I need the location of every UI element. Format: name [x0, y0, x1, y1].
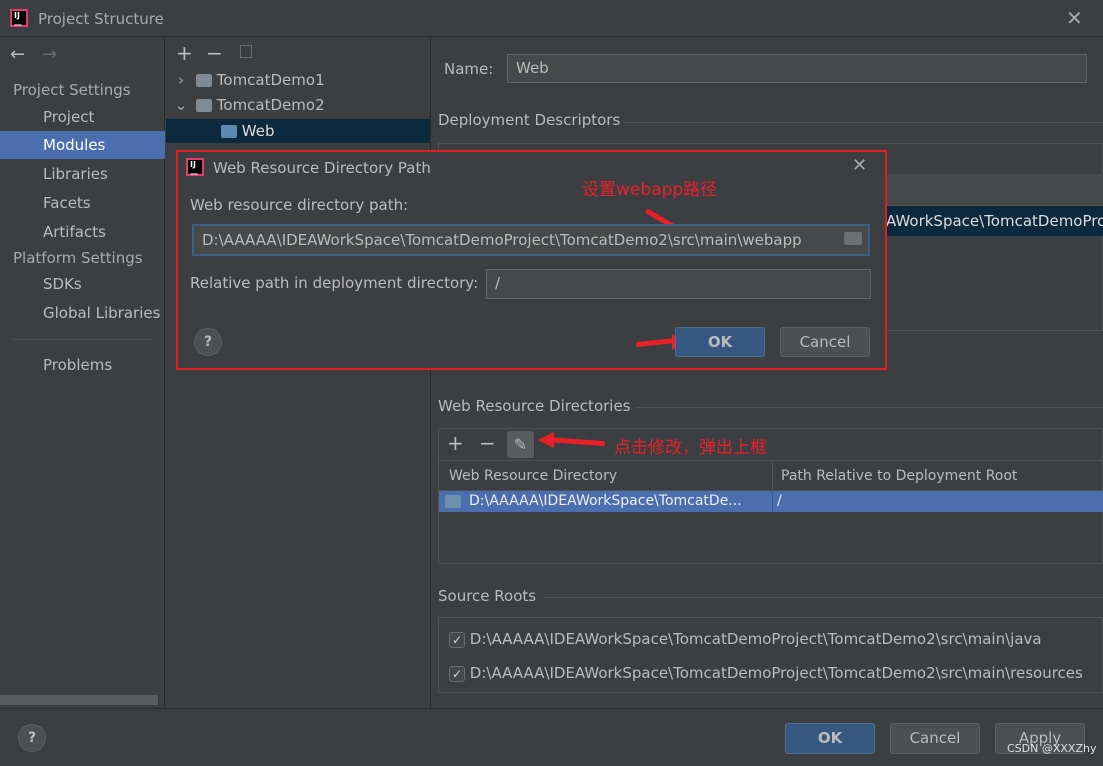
source-root-item[interactable]: ✓ D:\AAAAA\IDEAWorkSpace\TomcatDemoProje… — [449, 630, 1042, 648]
tree-item-tomcatdemo2[interactable]: ⌄ TomcatDemo2 — [166, 93, 430, 117]
sidebar-item-global-libraries[interactable]: Global Libraries — [0, 299, 165, 327]
watermark: CSDN @XXXZhy — [1007, 742, 1097, 755]
deployment-descriptors-heading: Deployment Descriptors — [438, 111, 621, 129]
browse-folder-icon[interactable] — [844, 232, 862, 245]
column-header-directory[interactable]: Web Resource Directory — [449, 461, 617, 491]
sidebar: ← → Project Settings Project Modules Lib… — [0, 37, 165, 708]
cancel-button[interactable]: Cancel — [890, 723, 980, 754]
web-resource-directories-table: + − ✎ Web Resource Directory Path Relati… — [438, 428, 1103, 564]
table-header: Web Resource Directory Path Relative to … — [439, 460, 1103, 491]
platform-settings-heading: Platform Settings — [13, 249, 143, 267]
checkbox-checked-icon[interactable]: ✓ — [449, 665, 465, 682]
horizontal-scrollbar[interactable] — [0, 695, 158, 705]
forward-arrow-icon[interactable]: → — [42, 44, 57, 65]
source-root-item[interactable]: ✓ D:\AAAAA\IDEAWorkSpace\TomcatDemoProje… — [449, 664, 1083, 682]
window-title: Project Structure — [38, 10, 164, 28]
sidebar-item-sdks[interactable]: SDKs — [0, 270, 165, 298]
dialog-close-icon[interactable]: ✕ — [852, 155, 867, 176]
chevron-right-icon[interactable]: › — [166, 68, 196, 92]
column-header-path[interactable]: Path Relative to Deployment Root — [781, 461, 1017, 491]
dialog-cancel-button[interactable]: Cancel — [780, 327, 870, 357]
tree-item-web[interactable]: Web — [166, 119, 430, 143]
ok-button[interactable]: OK — [785, 723, 875, 754]
dialog-help-button[interactable]: ? — [194, 328, 222, 356]
module-folder-icon — [196, 99, 212, 112]
web-resource-directories-heading: Web Resource Directories — [438, 397, 631, 415]
chevron-down-icon[interactable]: ⌄ — [166, 93, 196, 117]
facet-settings-panel: Name: Web Deployment Descriptors AWorkSp… — [431, 37, 1103, 708]
cell-path: / — [777, 493, 782, 509]
sidebar-item-libraries[interactable]: Libraries — [0, 160, 165, 188]
intellij-logo-icon: IJ — — [10, 9, 28, 29]
annotation-arrow — [635, 337, 677, 348]
sidebar-item-facets[interactable]: Facets — [0, 189, 165, 217]
path-label: Web resource directory path: — [190, 196, 409, 214]
path-input-value: D:\AAAAA\IDEAWorkSpace\TomcatDemoProject… — [202, 231, 802, 249]
tree-item-label: TomcatDemo1 — [216, 71, 325, 89]
tree-item-label: TomcatDemo2 — [216, 96, 325, 114]
project-settings-heading: Project Settings — [13, 81, 131, 99]
edit-pencil-icon[interactable]: ✎ — [507, 431, 534, 458]
sidebar-item-project[interactable]: Project — [0, 103, 165, 131]
web-folder-icon — [445, 495, 461, 508]
source-root-path: D:\AAAAA\IDEAWorkSpace\TomcatDemoProject… — [469, 630, 1042, 648]
copy-icon[interactable] — [240, 45, 252, 58]
intellij-logo-icon: IJ — — [186, 158, 204, 178]
name-label: Name: — [444, 60, 494, 78]
relative-path-input[interactable]: / — [486, 269, 871, 299]
sidebar-item-artifacts[interactable]: Artifacts — [0, 218, 165, 246]
checkbox-checked-icon[interactable]: ✓ — [449, 631, 465, 648]
name-input[interactable]: Web — [507, 54, 1087, 83]
source-roots-list: ✓ D:\AAAAA\IDEAWorkSpace\TomcatDemoProje… — [438, 617, 1103, 693]
help-button[interactable]: ? — [18, 724, 46, 752]
source-roots-heading: Source Roots — [438, 587, 537, 605]
source-root-path: D:\AAAAA\IDEAWorkSpace\TomcatDemoProject… — [469, 664, 1083, 682]
add-icon[interactable]: + — [447, 431, 464, 455]
remove-icon[interactable]: − — [206, 41, 223, 65]
module-folder-icon — [196, 74, 212, 87]
close-icon[interactable]: ✕ — [1066, 6, 1083, 30]
sidebar-item-problems[interactable]: Problems — [0, 351, 165, 379]
footer: ? OK Cancel Apply CSDN @XXXZhy — [0, 708, 1103, 766]
divider — [13, 339, 153, 340]
annotation-click-edit: 点击修改，弹出上框 — [614, 438, 767, 458]
cell-directory: D:\AAAAA\IDEAWorkSpace\TomcatDe... — [469, 493, 742, 509]
table-row[interactable]: D:\AAAAA\IDEAWorkSpace\TomcatDe... / — [439, 491, 1103, 512]
tree-item-label: Web — [241, 122, 275, 140]
relative-path-label: Relative path in deployment directory: — [190, 274, 479, 292]
web-facet-icon — [221, 125, 237, 138]
title-bar: IJ — Project Structure ✕ — [0, 0, 1103, 37]
dialog-title: Web Resource Directory Path — [213, 159, 431, 177]
web-resource-directory-dialog: IJ — Web Resource Directory Path ✕ 设置weba… — [176, 150, 887, 370]
sidebar-item-modules[interactable]: Modules — [0, 131, 165, 159]
remove-icon[interactable]: − — [479, 431, 496, 455]
path-input[interactable]: D:\AAAAA\IDEAWorkSpace\TomcatDemoProject… — [192, 224, 870, 256]
module-tree: + − › TomcatDemo1 ⌄ TomcatDemo2 Web — [166, 37, 431, 708]
annotation-set-path: 设置webapp路径 — [582, 180, 718, 200]
add-icon[interactable]: + — [176, 41, 193, 65]
annotation-arrowhead — [538, 432, 554, 448]
back-arrow-icon[interactable]: ← — [10, 44, 25, 65]
tree-item-tomcatdemo1[interactable]: › TomcatDemo1 — [166, 68, 430, 92]
dialog-ok-button[interactable]: OK — [675, 327, 765, 357]
